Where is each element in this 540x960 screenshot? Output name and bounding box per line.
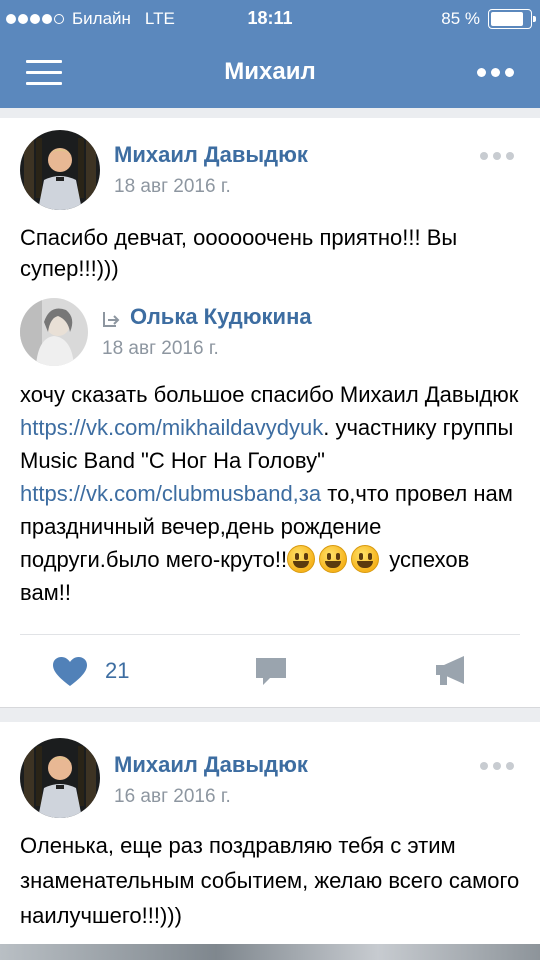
status-bar: Билайн LTE 18:11 85 % bbox=[0, 0, 540, 38]
like-count[interactable]: 21 bbox=[105, 658, 129, 684]
post-options-icon[interactable] bbox=[475, 762, 514, 770]
top-bar: Билайн LTE 18:11 85 % Михаил bbox=[0, 0, 540, 108]
repost-arrow-icon bbox=[103, 312, 120, 327]
like-heart-icon[interactable] bbox=[52, 656, 88, 688]
repost-text: хочу сказать большое спасибо Михаил Давы… bbox=[20, 378, 526, 609]
profile-link[interactable]: https://vk.com/mikhaildavydyuk bbox=[20, 415, 323, 440]
repost-author-name[interactable]: Олька Кудюкина bbox=[130, 304, 312, 330]
smiley-emoji-icon bbox=[287, 545, 316, 573]
repost-author-avatar[interactable] bbox=[20, 298, 88, 366]
post-text: Спасибо девчат, оооооочень приятно!!! Вы… bbox=[20, 225, 458, 281]
battery-fill bbox=[491, 12, 524, 26]
post-image[interactable] bbox=[0, 944, 540, 960]
page-title: Михаил bbox=[224, 58, 316, 85]
wall-post: Михаил Давыдюк 16 авг 2016 г. Оленька, е… bbox=[0, 722, 540, 960]
repost-text-part: хочу сказать большое спасибо Михаил Давы… bbox=[20, 382, 519, 407]
smiley-emoji-icon bbox=[319, 545, 348, 573]
post-author-name[interactable]: Михаил Давыдюк bbox=[114, 752, 308, 778]
smiley-emoji-icon bbox=[351, 545, 380, 573]
post-date: 16 авг 2016 г. bbox=[114, 786, 231, 807]
post-date: 18 авг 2016 г. bbox=[114, 176, 231, 197]
comment-icon[interactable] bbox=[254, 656, 288, 688]
author-avatar[interactable] bbox=[20, 130, 100, 210]
group-link[interactable]: https://vk.com/clubmusband,за bbox=[20, 481, 321, 506]
share-megaphone-icon[interactable] bbox=[434, 654, 470, 688]
navigation-bar: Михаил bbox=[0, 38, 540, 108]
author-avatar[interactable] bbox=[20, 738, 100, 818]
repost-date: 18 авг 2016 г. bbox=[102, 338, 219, 359]
wall-post: Михаил Давыдюк 18 авг 2016 г. Спасибо де… bbox=[0, 118, 540, 708]
battery-percent: 85 % bbox=[441, 9, 480, 28]
post-text: Оленька, еще раз поздравляю тебя с этим … bbox=[20, 833, 520, 928]
more-dots-icon[interactable] bbox=[472, 68, 514, 77]
status-right: 85 % bbox=[441, 9, 536, 29]
divider bbox=[20, 634, 520, 635]
post-options-icon[interactable] bbox=[475, 152, 514, 160]
battery-icon bbox=[488, 9, 536, 29]
post-author-name[interactable]: Михаил Давыдюк bbox=[114, 142, 308, 168]
